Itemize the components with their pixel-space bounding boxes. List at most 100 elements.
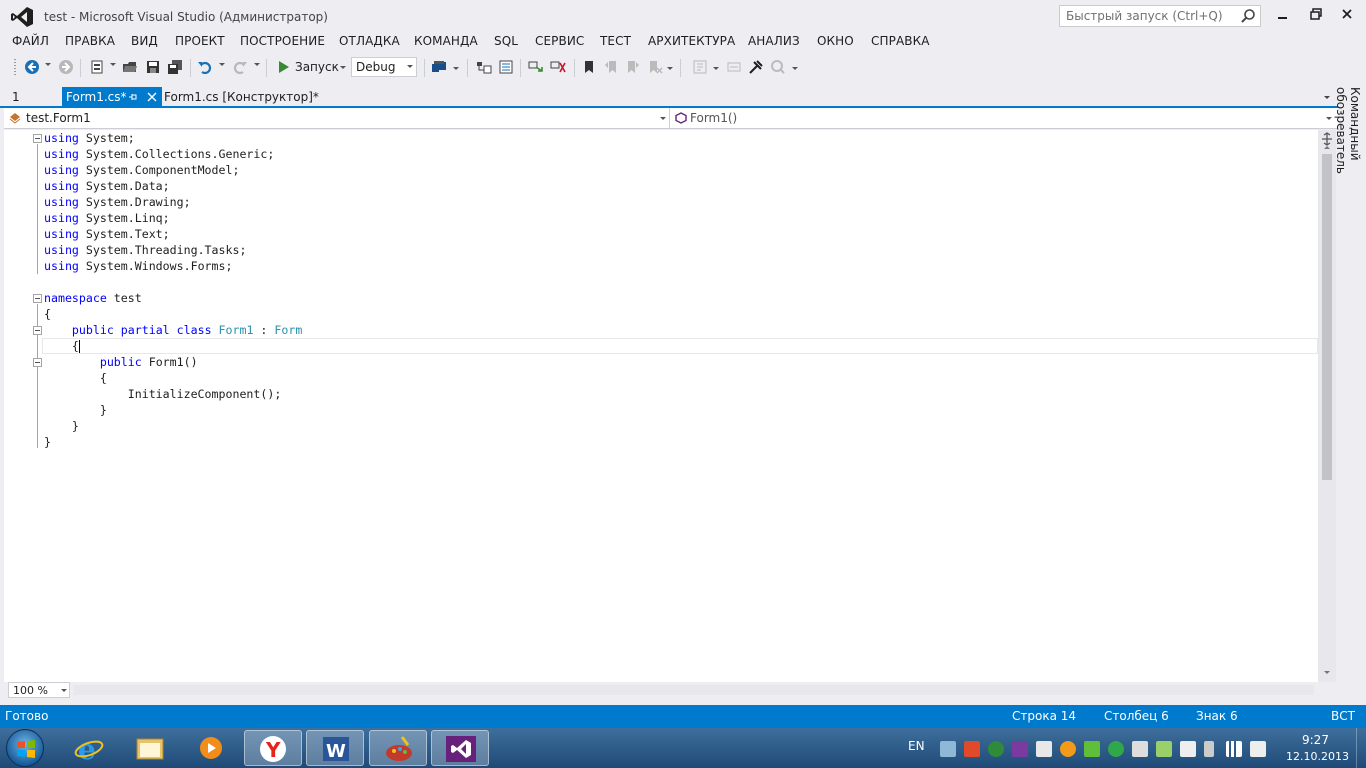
menu-build[interactable]: ПОСТРОЕНИЕ [240,34,325,48]
back-dropdown-arrow-icon[interactable] [45,63,51,66]
menu-architecture[interactable]: АРХИТЕКТУРА [648,34,735,48]
close-window-button[interactable] [1332,6,1362,24]
menu-tools[interactable]: СЕРВИС [535,34,584,48]
menu-help[interactable]: СПРАВКА [871,34,930,48]
code-editor[interactable]: using System; using System.Collections.Ge… [4,130,1318,682]
tray-monitor-icon[interactable] [1132,741,1148,757]
taskbar-paint-app[interactable] [369,730,427,766]
taskbar-media-player[interactable] [182,730,240,766]
tray-language[interactable]: EN [908,739,925,753]
split-editor-icon[interactable] [1321,132,1333,146]
code-line: using System.Threading.Tasks; [44,243,247,257]
vertical-scroll-thumb[interactable] [1322,154,1332,480]
previous-bookmark-icon[interactable] [603,59,619,75]
tray-check-icon[interactable] [1156,741,1172,757]
member-dropdown-arrow-icon[interactable] [1326,117,1332,120]
menu-view[interactable]: ВИД [131,34,158,48]
menu-debug[interactable]: ОТЛАДКА [339,34,400,48]
horizontal-scrollbar[interactable] [74,685,1314,695]
collapse-namespace-icon[interactable] [33,294,42,303]
minimize-button[interactable] [1268,6,1298,24]
member-dropdown-value[interactable]: Form1() [690,111,737,125]
taskbar-yandex-browser[interactable]: Y [244,730,302,766]
redo-icon[interactable] [232,59,248,75]
tray-update-icon[interactable] [1060,741,1076,757]
tray-app-icon[interactable] [964,741,980,757]
find-symbol-icon[interactable] [770,59,786,75]
menu-edit[interactable]: ПРАВКА [65,34,115,48]
navigate-forward-icon[interactable] [58,59,74,75]
menu-file[interactable]: ФАЙЛ [12,34,49,48]
side-panel-tab[interactable]: Командный обозреватель [1334,87,1366,703]
tray-flag-icon[interactable] [1180,741,1196,757]
tray-globe-icon[interactable] [988,741,1004,757]
save-icon[interactable] [145,59,161,75]
clock-date[interactable]: 12.10.2013 [1286,750,1349,763]
toolbar-grip[interactable] [14,59,16,77]
tray-volume-icon[interactable] [1250,741,1266,757]
start-dropdown-arrow-icon[interactable] [340,66,346,69]
bookmark-icon[interactable] [581,59,597,75]
tray-battery-icon[interactable] [1204,741,1214,757]
comment-out-icon[interactable] [692,59,708,75]
quick-launch-input[interactable]: Быстрый запуск (Ctrl+Q) [1059,5,1261,27]
open-file-icon[interactable] [122,59,138,75]
next-bookmark-icon[interactable] [625,59,641,75]
collapse-constructor-icon[interactable] [33,358,42,367]
scroll-up-arrow-icon[interactable] [1324,146,1330,149]
taskbar-word[interactable]: W [306,730,364,766]
collapse-usings-icon[interactable] [33,134,42,143]
solution-configuration-select[interactable]: Debug [351,57,417,77]
solution-explorer-icon[interactable] [476,59,492,75]
clock-time[interactable]: 9:27 [1302,733,1329,747]
collapse-class-icon[interactable] [33,326,42,335]
menu-sql[interactable]: SQL [494,34,518,48]
undo-icon[interactable] [197,59,213,75]
tray-tool-icon[interactable] [1036,741,1052,757]
undo-dropdown-arrow-icon[interactable] [219,63,225,66]
menu-test[interactable]: ТЕСТ [600,34,631,48]
step-into-icon[interactable] [528,59,544,75]
step-over-icon[interactable] [550,59,566,75]
start-button[interactable] [6,729,44,767]
taskbar-visual-studio[interactable] [431,730,489,766]
menu-window[interactable]: ОКНО [817,34,854,48]
vertical-scrollbar[interactable] [1318,130,1336,682]
navigate-back-icon[interactable] [24,59,40,75]
menu-project[interactable]: ПРОЕКТ [175,34,225,48]
tray-signal-icon[interactable] [1226,741,1242,757]
code-text[interactable]: using System; using System.Collections.Ge… [44,130,302,450]
comment-dropdown-arrow-icon[interactable] [713,67,719,70]
zoom-level-select[interactable]: 100 % [8,682,70,698]
new-project-dropdown-arrow-icon[interactable] [110,63,116,66]
tab-form1-cs[interactable]: Form1.cs* [62,87,162,107]
uncomment-icon[interactable] [726,59,742,75]
clear-bookmarks-icon[interactable] [647,59,663,75]
tab-form1-designer[interactable]: Form1.cs [Конструктор]* [164,90,319,104]
menu-team[interactable]: КОМАНДА [414,34,478,48]
taskbar-internet-explorer[interactable]: e [60,730,118,766]
close-tab-icon[interactable] [147,92,157,102]
tab-overflow-arrow-icon[interactable] [1324,96,1330,99]
bookmark-dropdown-arrow-icon[interactable] [667,67,673,70]
new-project-icon[interactable] [89,59,105,75]
tray-sync-icon[interactable] [1084,741,1100,757]
tray-refresh-icon[interactable] [1108,741,1124,757]
scroll-down-arrow-icon[interactable] [1324,671,1330,674]
tray-device-icon[interactable] [940,741,956,757]
restore-button[interactable] [1300,6,1330,24]
pin-tab-icon[interactable] [128,92,138,102]
start-debugging-button[interactable]: Запуск [274,57,348,77]
attach-process-icon[interactable] [748,59,764,75]
customize-toolbar-arrow-icon[interactable] [792,67,798,70]
menu-analyze[interactable]: АНАЛИЗ [748,34,800,48]
taskbar-explorer[interactable] [121,730,179,766]
redo-dropdown-arrow-icon[interactable] [254,63,260,66]
tray-onenote-icon[interactable] [1012,741,1028,757]
properties-window-icon[interactable] [498,59,514,75]
show-desktop-button[interactable] [1356,728,1366,768]
find-in-files-icon[interactable] [431,59,447,75]
type-dropdown[interactable]: test.Form1 [4,108,670,128]
find-dropdown-arrow-icon[interactable] [453,67,459,70]
save-all-icon[interactable] [167,59,183,75]
